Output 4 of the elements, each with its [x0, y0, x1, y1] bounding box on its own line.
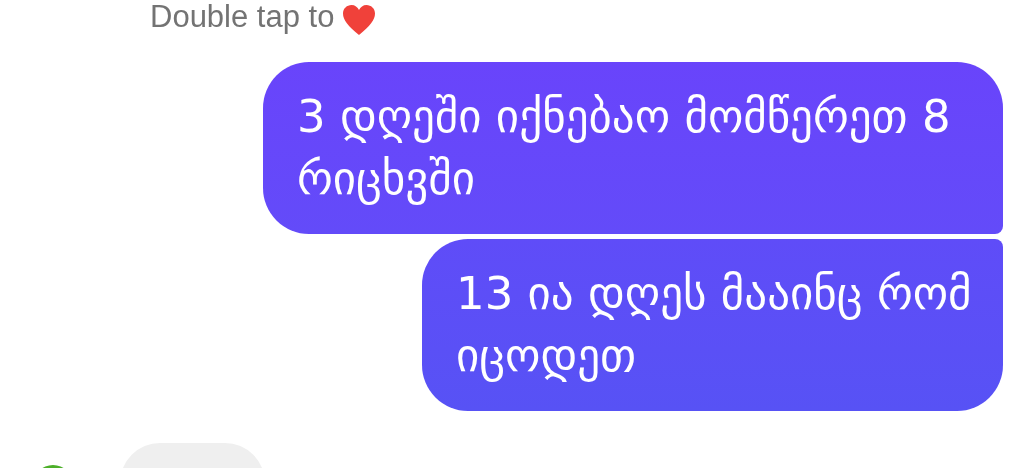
heart-icon [342, 4, 377, 36]
message-bubble: 3 დღეში იქნებაო მომწერეთ 8 რიცხვში [263, 62, 1003, 234]
message-bubble: 13 ია დღეს მააინც რომ იცოდეთ [422, 239, 1003, 411]
hint-text: Double tap to [150, 0, 335, 36]
